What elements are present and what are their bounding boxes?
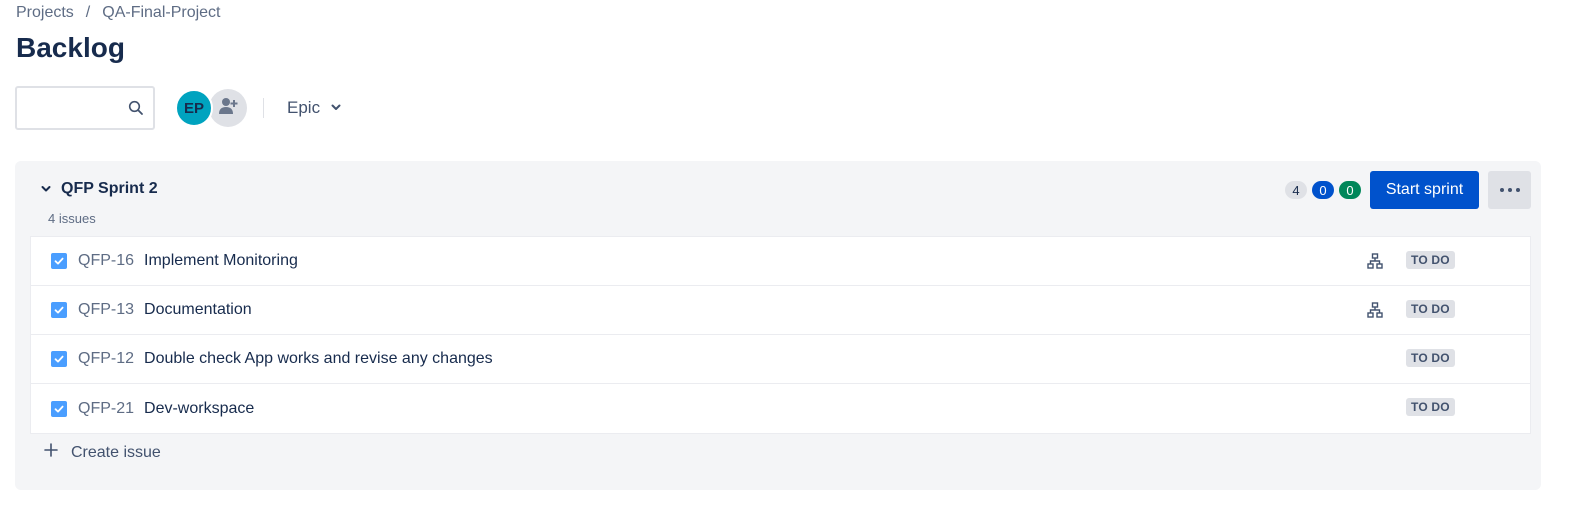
toolbar-divider (263, 98, 264, 118)
plus-icon (44, 443, 58, 462)
breadcrumb: Projects / QA-Final-Project (16, 4, 221, 22)
sprint-issue-count: 4 issues (48, 211, 96, 226)
status-badge[interactable]: TO DO (1406, 398, 1455, 416)
avatar[interactable]: EP (175, 89, 213, 127)
task-type-icon (51, 302, 67, 318)
breadcrumb-separator: / (85, 4, 91, 21)
status-badge[interactable]: TO DO (1406, 300, 1455, 318)
search-input[interactable] (23, 88, 127, 128)
issue-summary[interactable]: Dev-workspace (144, 400, 254, 418)
more-dot (1507, 188, 1512, 192)
issue-key[interactable]: QFP-13 (78, 301, 134, 319)
issue-row[interactable]: QFP-16 Implement Monitoring TO DO (31, 237, 1530, 286)
more-dot (1515, 188, 1520, 192)
search-box[interactable] (15, 86, 155, 130)
issue-key[interactable]: QFP-16 (78, 252, 134, 270)
issue-row[interactable]: QFP-12 Double check App works and revise… (31, 335, 1530, 384)
child-issues-icon[interactable] (1367, 253, 1383, 274)
status-badge[interactable]: TO DO (1406, 251, 1455, 269)
epic-filter-dropdown[interactable]: Epic (287, 98, 342, 118)
issue-row[interactable]: QFP-21 Dev-workspace TO DO (31, 384, 1530, 433)
sprint-status-counts: 4 0 0 (1285, 181, 1361, 199)
breadcrumb-project-link[interactable]: QA-Final-Project (102, 4, 220, 22)
done-count-badge: 0 (1339, 181, 1361, 199)
chevron-down-icon (330, 98, 342, 118)
create-issue-label: Create issue (71, 443, 161, 461)
more-dot (1499, 188, 1504, 192)
task-type-icon (51, 351, 67, 367)
issue-row[interactable]: QFP-13 Documentation TO DO (31, 286, 1530, 335)
in-progress-count-badge: 0 (1312, 181, 1334, 199)
toolbar: EP Epic (15, 85, 342, 131)
issue-summary[interactable]: Double check App works and revise any ch… (144, 350, 493, 368)
create-issue-button[interactable]: Create issue (44, 443, 161, 462)
start-sprint-button[interactable]: Start sprint (1370, 171, 1479, 209)
todo-count-badge: 4 (1285, 181, 1307, 199)
breadcrumb-projects-link[interactable]: Projects (16, 4, 74, 22)
sprint-container: QFP Sprint 2 4 issues 4 0 0 Start sprint… (15, 161, 1541, 490)
page-title: Backlog (16, 32, 125, 63)
more-actions-button[interactable] (1488, 171, 1531, 209)
search-icon (128, 100, 144, 121)
add-people-button[interactable] (209, 89, 247, 127)
status-badge[interactable]: TO DO (1406, 349, 1455, 367)
issue-summary[interactable]: Documentation (144, 301, 252, 319)
sprint-name[interactable]: QFP Sprint 2 (61, 180, 158, 198)
issue-list: QFP-16 Implement Monitoring TO DO QFP-13… (30, 236, 1531, 434)
task-type-icon (51, 253, 67, 269)
child-issues-icon[interactable] (1367, 302, 1383, 323)
epic-filter-label: Epic (287, 98, 321, 117)
task-type-icon (51, 400, 67, 417)
issue-summary[interactable]: Implement Monitoring (144, 252, 298, 270)
add-person-icon (217, 95, 239, 122)
issue-key[interactable]: QFP-21 (78, 400, 134, 418)
chevron-down-icon[interactable] (40, 182, 52, 200)
issue-key[interactable]: QFP-12 (78, 350, 134, 368)
